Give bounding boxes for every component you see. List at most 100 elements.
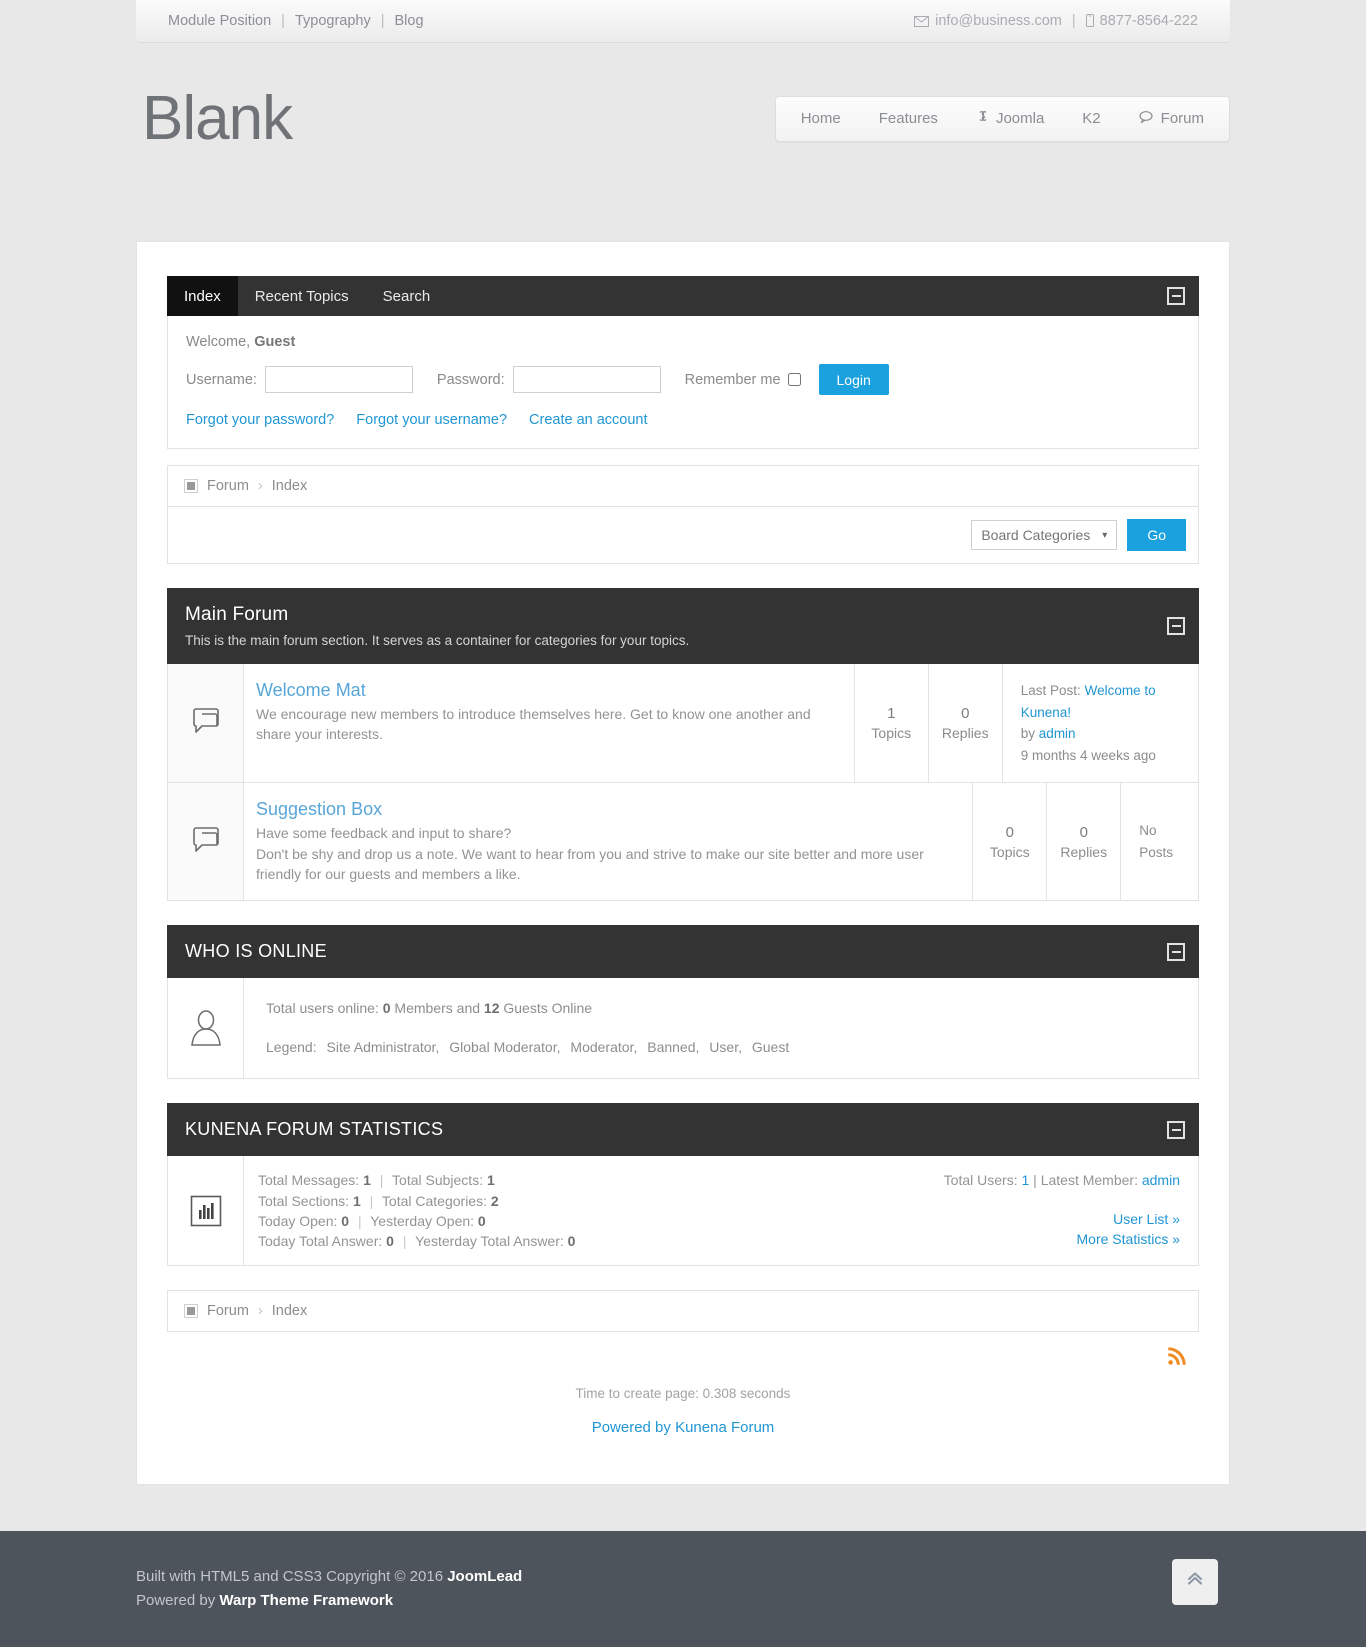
replies-count: 0 xyxy=(1079,823,1088,841)
breadcrumb-root-link[interactable]: Forum xyxy=(207,478,249,494)
online-members-count: 0 xyxy=(382,1000,391,1017)
topbar-phone[interactable]: 8877-8564-222 xyxy=(1100,13,1198,29)
category-title-link[interactable]: Welcome Mat xyxy=(256,680,834,701)
nav-item-joomla[interactable]: Joomla xyxy=(957,97,1063,141)
legend-item-banned: Banned, xyxy=(647,1039,700,1056)
last-post-line: Last Post: Welcome to Kunena! xyxy=(1021,680,1180,723)
rss-row xyxy=(167,1332,1199,1371)
table-row: Welcome Mat We encourage new members to … xyxy=(168,664,1198,784)
legend-item-site-administrator: Site Administrator, xyxy=(326,1039,440,1056)
stat-label: Today Total Answer: xyxy=(258,1233,383,1250)
powered-by-kunena-link[interactable]: Powered by Kunena Forum xyxy=(592,1419,775,1436)
user-list-link[interactable]: User List » xyxy=(944,1209,1180,1229)
username-input[interactable] xyxy=(264,366,413,393)
topbar-link-typography[interactable]: Typography xyxy=(295,13,371,29)
login-form-row: Username: Password: Remember me Login xyxy=(186,364,1180,395)
stat-separator: | xyxy=(402,1233,407,1250)
forum-statistics-body: Total Messages: 1 | Total Subjects: 1 To… xyxy=(167,1156,1199,1267)
tab-search[interactable]: Search xyxy=(366,276,448,316)
board-categories-value: Board Categories xyxy=(981,527,1091,543)
last-post-prefix: Last Post: xyxy=(1020,683,1081,698)
nav-label: Forum xyxy=(1160,110,1204,127)
last-post-cell: Last Post: Welcome to Kunena! by admin 9… xyxy=(1003,664,1198,782)
topbar-link-module-position[interactable]: Module Position xyxy=(168,13,271,29)
total-users-value[interactable]: 1 xyxy=(1021,1172,1029,1188)
breadcrumb-arrow: › xyxy=(257,1303,263,1320)
collapse-toggle-statistics[interactable] xyxy=(1167,1120,1185,1139)
login-button[interactable]: Login xyxy=(818,364,889,395)
password-input[interactable] xyxy=(512,366,661,393)
page-creation-time: Time to create page: 0.308 seconds xyxy=(575,1386,791,1402)
breadcrumb-current: Index xyxy=(271,478,308,494)
who-is-online-text: Total users online: 0 Members and 12 Gue… xyxy=(244,978,1198,1078)
footer-brand-warp[interactable]: Warp Theme Framework xyxy=(219,1592,393,1609)
content-panel: Index Recent Topics Search Welcome, Gues… xyxy=(136,241,1230,1486)
footer-powered-line: Powered by Warp Theme Framework xyxy=(136,1589,1230,1613)
stat-separator: | xyxy=(379,1172,384,1189)
category-jump-bar: Board Categories ▾ Go xyxy=(167,507,1199,564)
top-utility-bar: Module Position | Typography | Blog info… xyxy=(136,0,1230,43)
collapse-toggle-main-forum[interactable] xyxy=(1167,617,1185,635)
powered-by-row: Powered by Kunena Forum xyxy=(167,1419,1199,1436)
latest-member-link[interactable]: admin xyxy=(1142,1172,1180,1188)
last-post-author-link[interactable]: admin xyxy=(1039,726,1076,741)
nav-item-home[interactable]: Home xyxy=(782,97,860,141)
user-icon xyxy=(168,978,244,1079)
topics-count-cell: 1 Topics xyxy=(855,664,929,783)
forgot-password-link[interactable]: Forgot your password? xyxy=(186,412,334,428)
footer-brand-joomlead[interactable]: JoomLead xyxy=(447,1568,522,1585)
remember-me-label: Remember me xyxy=(684,371,781,388)
tab-index[interactable]: Index xyxy=(167,276,238,316)
stat-label: Today Open: xyxy=(258,1212,338,1229)
category-title-link[interactable]: Suggestion Box xyxy=(256,799,952,820)
category-info: Suggestion Box Have some feedback and in… xyxy=(244,783,974,901)
topbar-email[interactable]: info@business.com xyxy=(935,13,1062,29)
scroll-to-top-button[interactable] xyxy=(1172,1559,1218,1606)
stat-row-today-answer: Today Total Answer: 0 | Yesterday Total … xyxy=(258,1231,944,1251)
site-logo[interactable]: Blank xyxy=(140,88,293,150)
replies-label: Replies xyxy=(941,725,989,742)
category-table: Welcome Mat We encourage new members to … xyxy=(167,664,1199,902)
tab-recent-topics[interactable]: Recent Topics xyxy=(238,276,366,316)
breadcrumb-root-link[interactable]: Forum xyxy=(207,1303,249,1319)
create-account-link[interactable]: Create an account xyxy=(529,412,648,428)
collapse-toggle-who-is-online[interactable] xyxy=(1167,942,1185,961)
topics-count: 1 xyxy=(887,705,896,723)
who-is-online-body: Total users online: 0 Members and 12 Gue… xyxy=(167,978,1199,1080)
category-info: Welcome Mat We encourage new members to … xyxy=(244,664,855,783)
collapse-toggle-login[interactable] xyxy=(1167,287,1185,305)
topics-label: Topics xyxy=(871,725,912,742)
board-categories-select[interactable]: Board Categories ▾ xyxy=(971,520,1118,550)
kunena-forum: Index Recent Topics Search Welcome, Gues… xyxy=(167,276,1199,1436)
stat-label: Total Sections: xyxy=(258,1192,350,1209)
remember-me-checkbox[interactable] xyxy=(787,373,801,386)
replies-count-cell: 0 Replies xyxy=(1047,783,1122,901)
stat-row-users: Total Users: 1 | Latest Member: admin xyxy=(944,1170,1180,1190)
breadcrumb-current: Index xyxy=(271,1303,308,1320)
breadcrumb-arrow: › xyxy=(257,478,263,494)
nav-item-features[interactable]: Features xyxy=(860,97,957,141)
stat-row-messages: Total Messages: 1 | Total Subjects: 1 xyxy=(258,1170,944,1190)
rss-icon[interactable] xyxy=(1163,1344,1189,1371)
more-statistics-link[interactable]: More Statistics » xyxy=(944,1229,1180,1249)
mail-icon xyxy=(914,13,930,29)
remember-me-group: Remember me xyxy=(685,372,801,388)
table-row: Suggestion Box Have some feedback and in… xyxy=(168,783,1198,901)
topbar-link-blog[interactable]: Blog xyxy=(395,13,424,29)
stat-separator: | xyxy=(357,1212,362,1229)
legend-item-global-moderator: Global Moderator, xyxy=(449,1039,561,1056)
breadcrumb-bottom: Forum › Index xyxy=(167,1290,1199,1333)
login-help-links: Forgot your password? Forgot your userna… xyxy=(186,412,1180,428)
section-header-who-is-online: WHO IS ONLINE xyxy=(167,925,1199,979)
stat-value: 0 xyxy=(477,1212,486,1229)
kunena-tab-bar: Index Recent Topics Search xyxy=(167,276,1199,316)
stat-label: Total Categories: xyxy=(381,1192,487,1209)
nav-item-k2[interactable]: K2 xyxy=(1063,97,1119,141)
forum-category-icon xyxy=(168,783,244,901)
minus-icon xyxy=(1171,1128,1181,1131)
topics-count-cell: 0 Topics xyxy=(973,783,1048,901)
last-post-time: 9 months 4 weeks ago xyxy=(1020,747,1156,763)
forgot-username-link[interactable]: Forgot your username? xyxy=(356,412,507,428)
go-button[interactable]: Go xyxy=(1127,519,1186,551)
nav-item-forum[interactable]: Forum xyxy=(1120,97,1223,141)
